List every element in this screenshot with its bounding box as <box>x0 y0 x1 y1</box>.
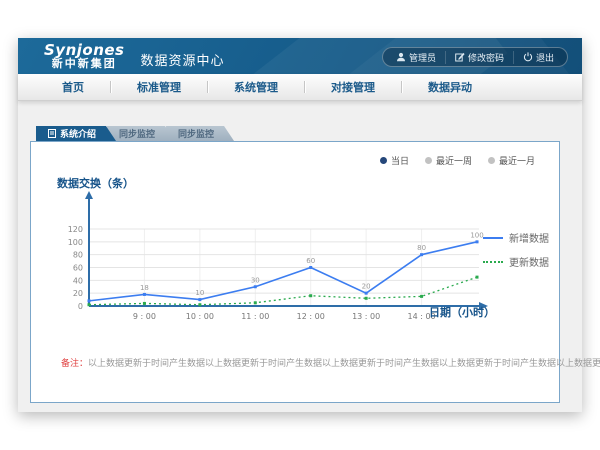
svg-text:11 : 00: 11 : 00 <box>241 312 269 321</box>
radio-option-3[interactable]: 最近一月 <box>488 154 535 167</box>
logout-button[interactable]: 退出 <box>513 51 563 64</box>
user-name: 管理员 <box>409 51 436 64</box>
tab-2[interactable]: 同步监控 <box>107 126 175 141</box>
tab-bar: 系统介绍 同步监控 同步监控 <box>36 126 225 141</box>
legend-label: 更新数据 <box>509 254 549 269</box>
radio-label: 当日 <box>391 154 409 167</box>
svg-text:40: 40 <box>73 276 83 285</box>
edit-icon <box>455 52 465 62</box>
radio-unselected-icon <box>425 157 432 164</box>
svg-text:30: 30 <box>251 276 260 284</box>
svg-text:120: 120 <box>68 225 83 234</box>
nav-item-5[interactable]: 数据异动 <box>402 79 498 95</box>
legend-label: 新增数据 <box>509 230 549 245</box>
solid-line-icon <box>483 237 503 239</box>
brand-logo: Synjones 新中新集团 <box>44 42 125 71</box>
radio-option-2[interactable]: 最近一周 <box>425 154 472 167</box>
page: Synjones 新中新集团 数据资源中心 管理员 修改 <box>0 0 600 450</box>
tab-label: 同步监控 <box>178 127 214 140</box>
nav-item-2[interactable]: 标准管理 <box>111 79 207 95</box>
app-header: Synjones 新中新集团 数据资源中心 管理员 修改 <box>18 38 582 74</box>
footnote: 备注：以上数据更新于时间产生数据以上数据更新于时间产生数据以上数据更新于时间产生… <box>61 356 600 369</box>
content-panel: 当日最近一周最近一月 数据交换（条） 0204060801001209 : 00… <box>30 141 560 403</box>
nav-item-1[interactable]: 首页 <box>36 79 110 95</box>
nav-item-4[interactable]: 对接管理 <box>305 79 401 95</box>
svg-text:80: 80 <box>73 251 83 260</box>
radio-label: 最近一周 <box>436 154 472 167</box>
tab-active[interactable]: 系统介绍 <box>36 126 116 141</box>
power-icon <box>523 52 533 62</box>
app-window: Synjones 新中新集团 数据资源中心 管理员 修改 <box>18 38 582 412</box>
svg-text:80: 80 <box>417 244 426 252</box>
svg-text:60: 60 <box>73 264 83 273</box>
svg-text:13 : 00: 13 : 00 <box>352 312 380 321</box>
document-icon <box>48 129 56 138</box>
chart-x-axis-title: 日期（小时） <box>429 304 495 320</box>
tab-label: 系统介绍 <box>60 127 96 140</box>
svg-text:18: 18 <box>140 284 149 292</box>
nav-item-3[interactable]: 系统管理 <box>208 79 304 95</box>
dotted-line-icon <box>483 261 503 263</box>
main-nav: 首页标准管理系统管理对接管理数据异动 <box>18 74 582 101</box>
page-title: 数据资源中心 <box>141 43 225 69</box>
footnote-label: 备注： <box>61 359 88 369</box>
svg-text:100: 100 <box>68 238 83 247</box>
change-password-label: 修改密码 <box>468 51 504 64</box>
svg-text:10: 10 <box>195 289 204 297</box>
tab-label: 同步监控 <box>119 127 155 140</box>
user-toolbar: 管理员 修改密码 退出 <box>382 47 568 67</box>
brand-logo-subtext: 新中新集团 <box>44 58 125 70</box>
radio-unselected-icon <box>488 157 495 164</box>
svg-text:9 : 00: 9 : 00 <box>133 312 156 321</box>
person-icon <box>396 52 406 62</box>
svg-text:20: 20 <box>362 283 371 291</box>
svg-text:20: 20 <box>73 289 83 298</box>
chart-legend: 新增数据更新数据 <box>483 230 549 269</box>
svg-text:12 : 00: 12 : 00 <box>297 312 325 321</box>
svg-text:0: 0 <box>78 302 83 311</box>
legend-item-2[interactable]: 更新数据 <box>483 254 549 269</box>
radio-selected-icon <box>380 157 387 164</box>
brand-logo-text: Synjones <box>44 42 125 59</box>
logout-label: 退出 <box>536 51 554 64</box>
time-range-filter: 当日 最近一周 最近一月 <box>380 154 535 167</box>
user-menu[interactable]: 管理员 <box>387 51 445 64</box>
tab-3[interactable]: 同步监控 <box>166 126 234 141</box>
radio-option-1[interactable]: 当日 <box>380 154 409 167</box>
svg-text:60: 60 <box>306 257 315 265</box>
radio-label: 最近一月 <box>499 154 535 167</box>
legend-item-1[interactable]: 新增数据 <box>483 230 549 245</box>
svg-text:10 : 00: 10 : 00 <box>186 312 214 321</box>
svg-text:100: 100 <box>470 231 483 239</box>
footnote-text: 以上数据更新于时间产生数据以上数据更新于时间产生数据以上数据更新于时间产生数据以… <box>88 359 600 369</box>
change-password-button[interactable]: 修改密码 <box>445 51 513 64</box>
